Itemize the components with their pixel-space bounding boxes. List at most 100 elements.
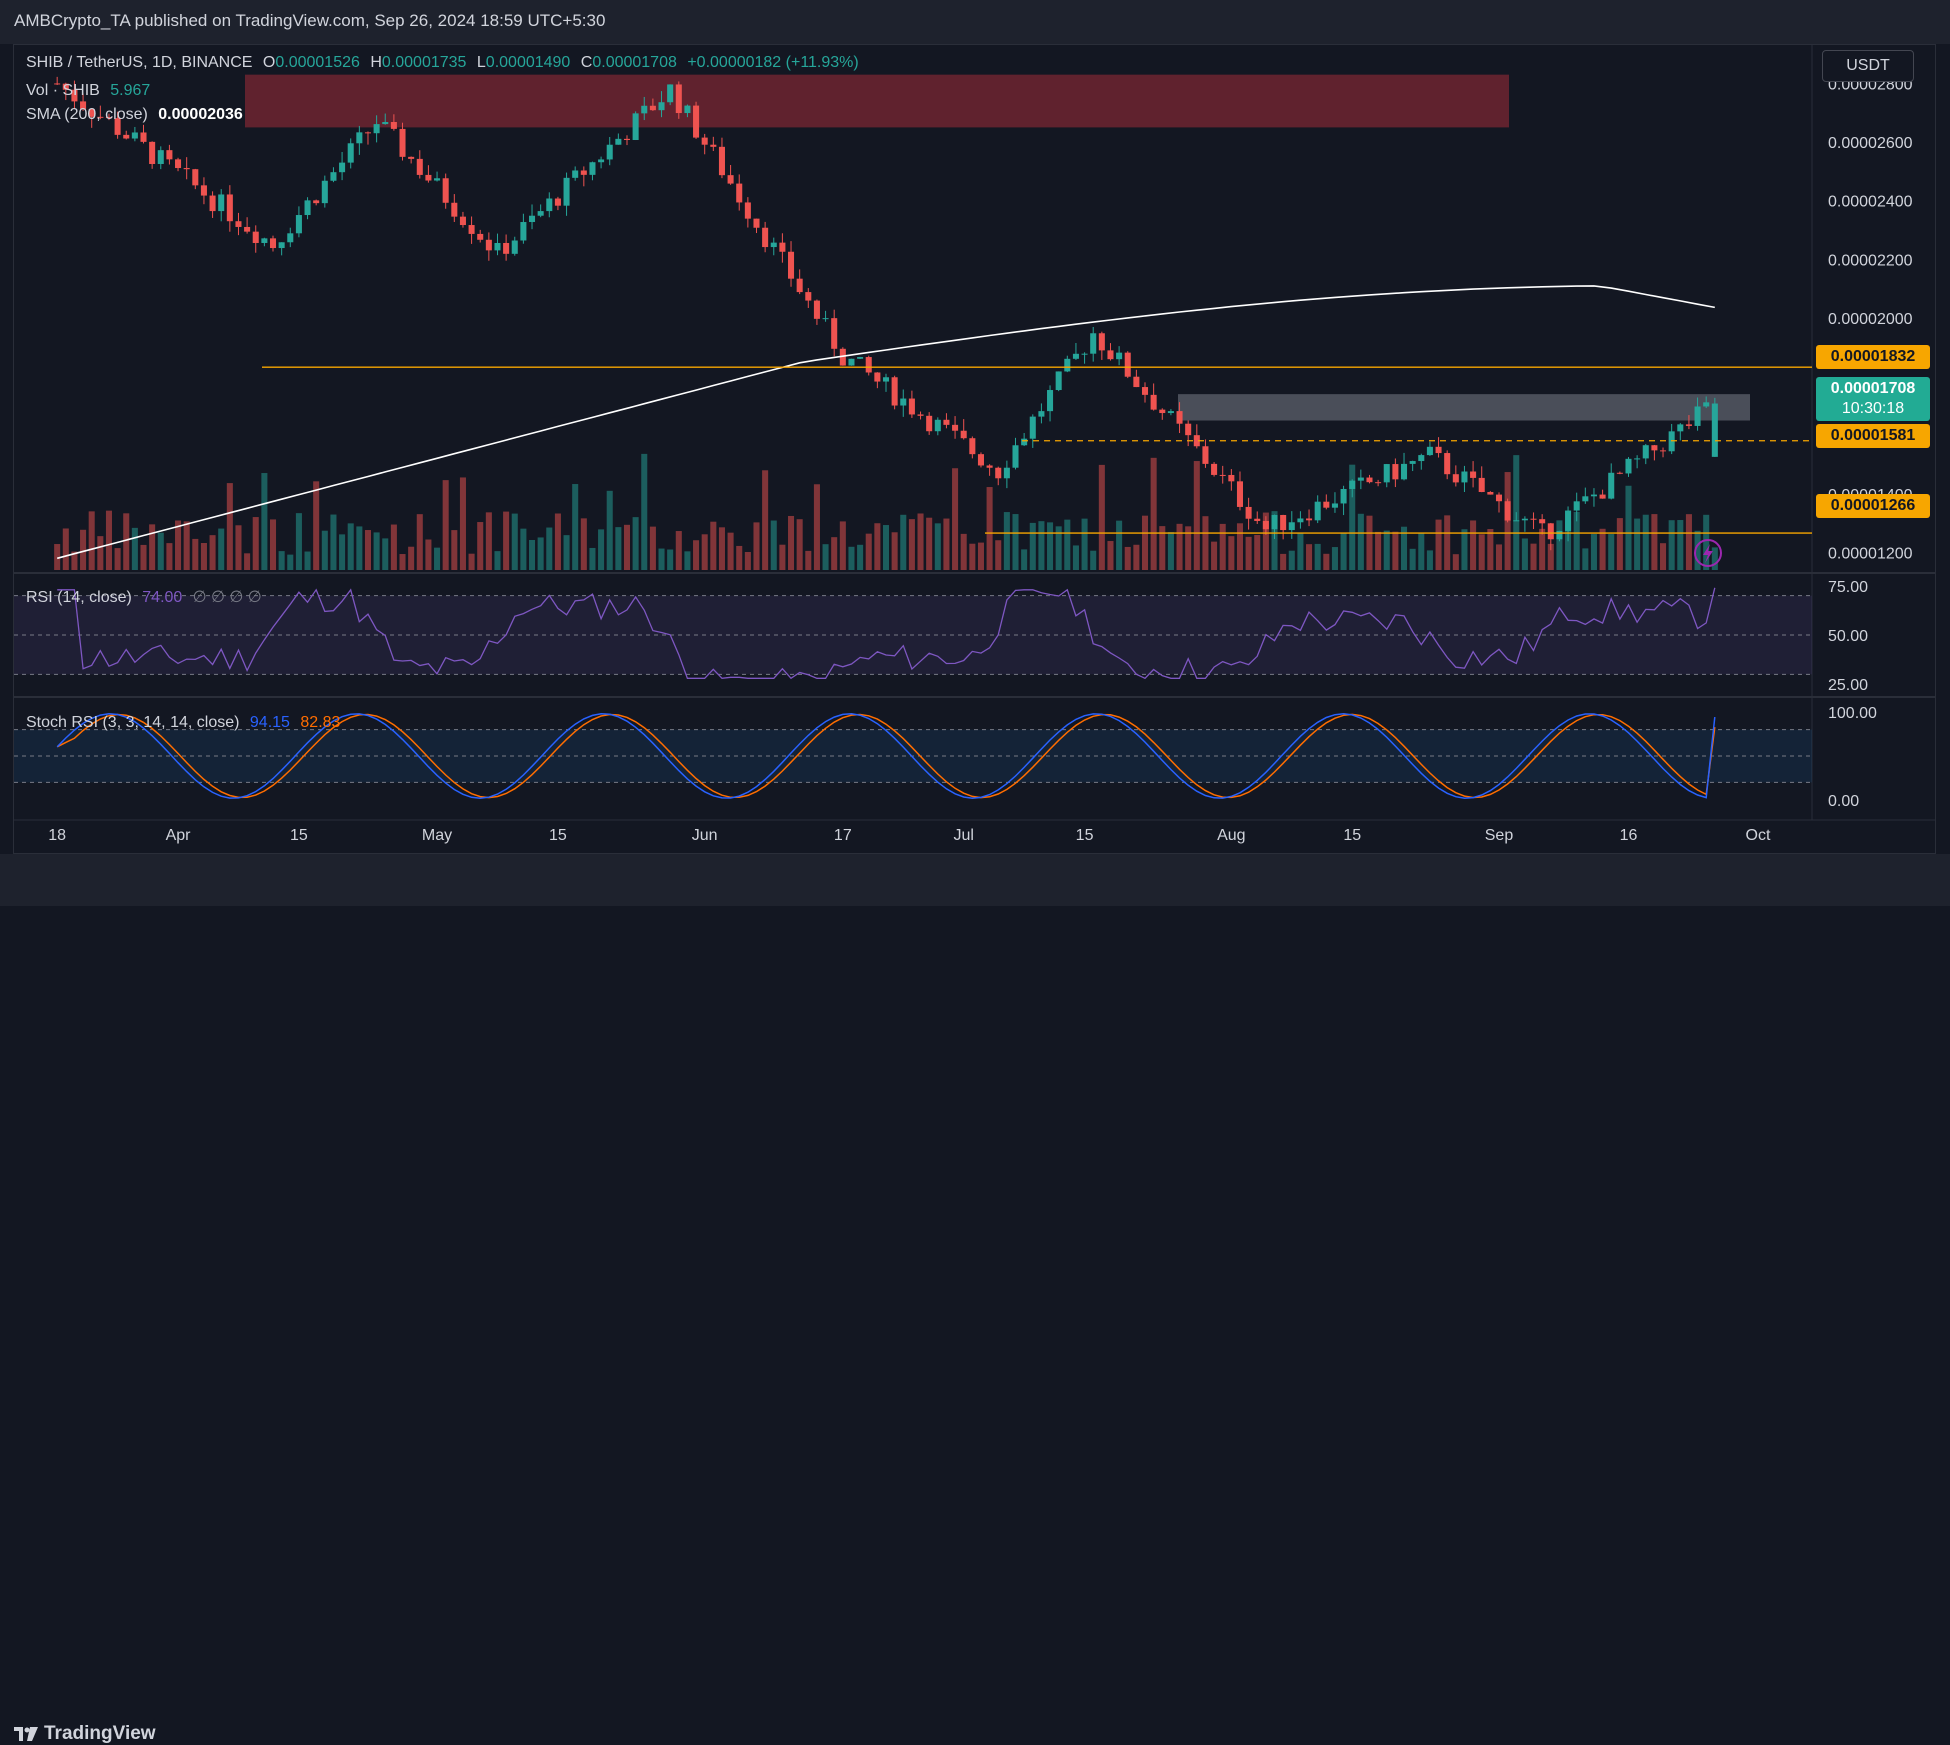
rsi-extra: ∅ ∅ ∅ ∅ (192, 589, 262, 606)
candle-body (943, 419, 950, 425)
symbol-label[interactable]: SHIB / TetherUS, 1D, BINANCE (26, 54, 252, 71)
volume-bar (1211, 541, 1218, 570)
time-tick-label: Aug (1217, 827, 1245, 844)
candle-body (1340, 488, 1347, 504)
volume-bar (105, 510, 112, 570)
volume-bar (1219, 523, 1226, 570)
volume-bar (261, 473, 268, 570)
volume-bar (917, 513, 924, 570)
price-chart[interactable]: 0.000028000.000026000.000024000.00002200… (0, 0, 1950, 906)
candle-body (1021, 438, 1028, 446)
candle-body (788, 251, 795, 279)
candle-body (960, 430, 967, 439)
rsi-label[interactable]: RSI (14, close) (26, 589, 132, 606)
volume-bar (744, 551, 751, 570)
volume-bar (1133, 544, 1140, 570)
volume-bar (1452, 554, 1459, 570)
volume-bar (1495, 544, 1503, 570)
candle-body (261, 238, 268, 243)
volume-bar (1228, 536, 1235, 570)
candle-body (572, 170, 579, 178)
current-price-value: 0.00001708 (1830, 380, 1916, 397)
volume-bar (1582, 548, 1589, 570)
time-tick-label: Apr (166, 827, 192, 844)
candle-body (1461, 471, 1468, 483)
volume-bar (451, 530, 458, 570)
tradingview-logo[interactable]: TradingView (14, 1723, 156, 1745)
candle-body (623, 138, 631, 140)
time-tick-label: Sep (1485, 827, 1514, 844)
volume-bar (503, 511, 510, 570)
volume-bar (1176, 523, 1183, 570)
currency-selector-button[interactable]: USDT (1822, 50, 1914, 82)
volume-bars (54, 453, 1718, 570)
volume-label[interactable]: Vol · SHIB (26, 82, 100, 99)
stoch-rsi-label[interactable]: Stoch RSI (3, 3, 14, 14, close) (26, 714, 239, 731)
volume-bar (1150, 457, 1157, 570)
candle-body (874, 372, 881, 382)
volume-bar (848, 546, 855, 570)
candle-body (244, 226, 251, 232)
candle-body (313, 200, 320, 204)
candle-body (1495, 494, 1503, 502)
volume-bar (88, 511, 95, 570)
volume-bar (269, 519, 277, 570)
candle-body (1694, 406, 1701, 426)
candle-body (1418, 455, 1425, 462)
candle-body (693, 105, 700, 138)
candle-body (1547, 523, 1554, 540)
volume-bar (537, 537, 544, 570)
candle-body (831, 318, 838, 349)
volume-bar (1072, 545, 1079, 570)
candle-body (1314, 501, 1321, 521)
rsi-tick-label: 75.00 (1828, 579, 1868, 596)
candle-body (140, 132, 147, 142)
candle-body (1625, 458, 1632, 474)
volume-bar (330, 514, 337, 570)
candle-body (339, 162, 346, 173)
candle-body (684, 105, 691, 114)
volume-bar (1703, 514, 1710, 570)
time-tick-label: Oct (1746, 827, 1771, 844)
tradingview-icon (14, 1727, 38, 1741)
candles (54, 76, 1718, 551)
candle-body (1081, 353, 1088, 355)
close-label: C (580, 54, 593, 71)
candle-body (321, 180, 328, 204)
stoch-k-value: 94.15 (249, 714, 290, 731)
resistance-price-label: 0.00001832 (1816, 345, 1930, 369)
candle-body (1038, 411, 1045, 417)
volume-bar (649, 526, 656, 570)
stoch-tick-label: 100.00 (1828, 705, 1877, 722)
candle-body (149, 141, 156, 164)
candle-body (977, 454, 984, 466)
volume-bar (1599, 528, 1606, 570)
volume-bar (1470, 520, 1477, 570)
candle-body (226, 194, 233, 222)
candle-body (1478, 477, 1485, 492)
open-value: 0.00001526 (275, 54, 360, 71)
volume-bar (1677, 520, 1684, 570)
candle-body (166, 150, 173, 160)
candle-body (304, 200, 311, 216)
candle-body (995, 467, 1002, 479)
candle-body (1185, 423, 1192, 436)
volume-bar (1202, 516, 1209, 570)
candle-body (1409, 461, 1416, 464)
volume-bar (1616, 518, 1623, 570)
volume-bar (623, 524, 631, 570)
volume-bar (952, 468, 959, 570)
candle-body (123, 134, 130, 139)
volume-bar (123, 513, 130, 570)
footer-bar: TradingView (0, 854, 1950, 1744)
candle-body (1504, 501, 1511, 521)
candle-body (1228, 474, 1235, 482)
volume-bar (1021, 549, 1028, 570)
volume-bar (1124, 546, 1131, 570)
sma-label[interactable]: SMA (200, close) (26, 106, 148, 123)
candle-body (1582, 496, 1589, 502)
volume-bar (131, 527, 138, 570)
volume-bar (1590, 534, 1597, 570)
volume-bar (364, 530, 372, 570)
volume-bar (1392, 531, 1399, 570)
